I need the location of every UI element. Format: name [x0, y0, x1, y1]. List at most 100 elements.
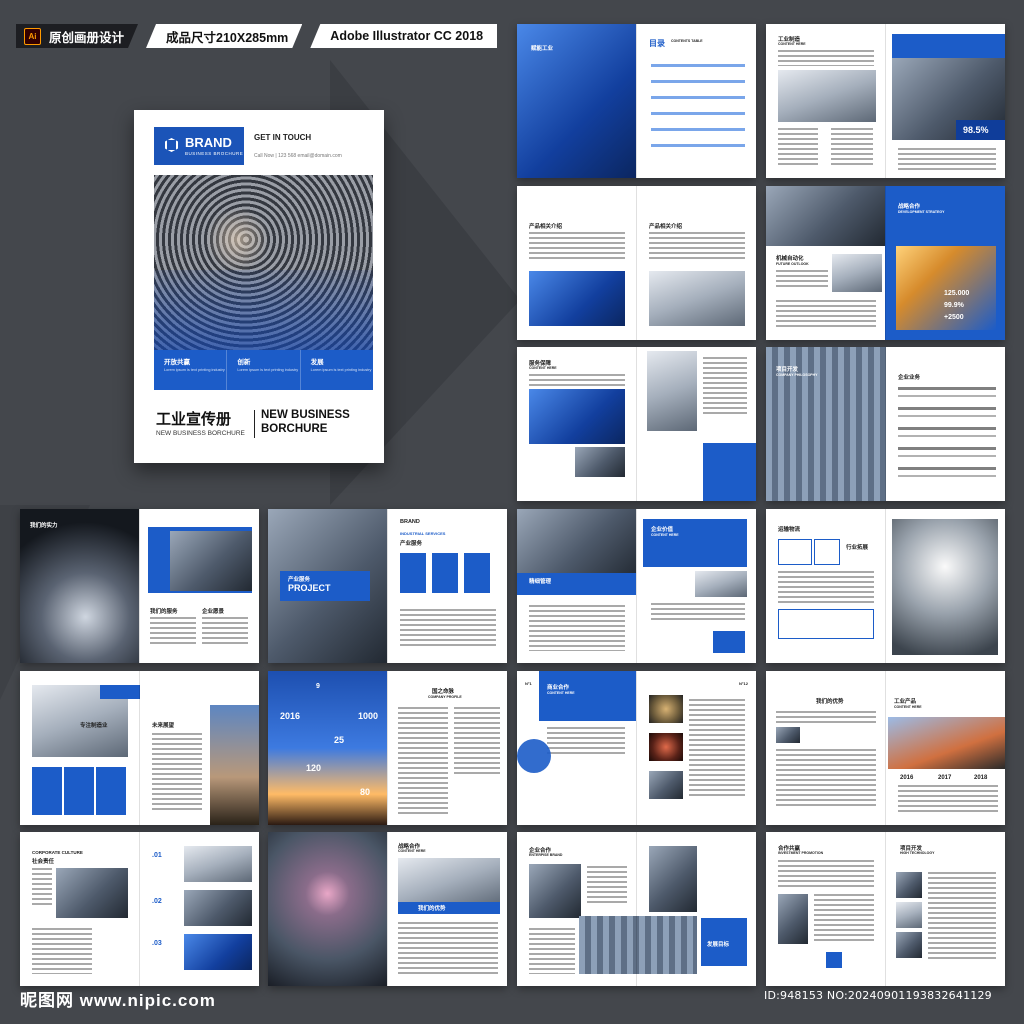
section-number: .03	[152, 940, 162, 947]
brochure-cover: BRAND BUSINESS BROCHURE GET IN TOUCH Cal…	[134, 110, 384, 463]
spread-subheading: ENTERPISE BRAND	[529, 853, 563, 857]
year-label: 2017	[938, 775, 952, 781]
text-block	[649, 232, 745, 260]
spread-photo	[517, 509, 636, 579]
spread-15: CORPORATE CULTURE 社会责任 .01 .02 .03	[20, 832, 259, 986]
spread-13: N°1 商业合作 CONTENT HERE N°12	[517, 671, 756, 825]
spread-subheading: CONTENT HERE	[529, 366, 557, 370]
spread-heading: 运输物流	[778, 527, 801, 533]
spread-photo	[268, 832, 387, 986]
size-tag: 成品尺寸210X285mm	[146, 24, 302, 48]
text-block	[398, 922, 498, 974]
spread-subheading: HIGH TECHNOLOGY	[900, 851, 935, 855]
spread-heading: 产业服务	[288, 577, 311, 583]
section-number: .02	[152, 898, 162, 905]
illustrator-icon: Ai	[24, 28, 41, 45]
spread-heading: 我们的优势	[418, 906, 446, 912]
spread-photo	[892, 519, 998, 655]
spread-heading: 国之命脉	[432, 689, 455, 695]
contact-info: Call Now | 123 568 email@domain.com	[254, 153, 342, 159]
spread-photo	[776, 727, 800, 743]
stat-value: 120	[306, 763, 322, 773]
spread-6: 项目开发 COMPANY PHILOSOPHY 企业业务	[766, 347, 1005, 501]
blue-box	[64, 767, 94, 815]
spread-3: 产品相关介绍 产品相关介绍	[517, 186, 756, 340]
stat-value: 9	[316, 683, 320, 690]
blue-box	[96, 767, 126, 815]
blue-band	[398, 902, 500, 914]
icon-box	[778, 539, 812, 565]
year-label: 2018	[974, 775, 988, 781]
cover-header: BRAND BUSINESS BROCHURE GET IN TOUCH Cal…	[154, 127, 376, 169]
brand-logo: BRAND BUSINESS BROCHURE	[154, 127, 244, 165]
spread-12: 9 2016 1000 25 120 80 国之命脉 COMPANY PROFI…	[268, 671, 507, 825]
stat-value: +2500	[944, 314, 964, 321]
hexagon-icon	[165, 138, 178, 152]
spread-photo	[832, 254, 882, 292]
text-block	[150, 617, 196, 647]
spread-photo	[766, 186, 885, 246]
text-block	[778, 860, 874, 890]
spread-heading: 产品相关介绍	[649, 224, 683, 230]
spread-subheading: CORPORATE CULTURE	[32, 850, 83, 855]
text-block	[400, 609, 496, 649]
spread-heading: 项目开发	[776, 367, 799, 373]
spread-photo	[647, 351, 697, 431]
stat-value: 98.5%	[963, 125, 989, 135]
spread-photo	[56, 868, 128, 918]
blue-box	[826, 952, 842, 968]
spread-heading: 机械自动化	[776, 256, 804, 262]
text-block	[689, 699, 745, 799]
text-block	[831, 128, 873, 168]
stat-value: 125.000	[944, 290, 970, 297]
stat-value: 2016	[280, 711, 301, 721]
text-block	[587, 866, 627, 906]
spread-heading: 企业价值	[651, 527, 674, 533]
spread-9: 精细管理 企业价值 CONTENT HERE	[517, 509, 756, 663]
spread-heading: 产品相关介绍	[529, 224, 563, 230]
text-block	[898, 387, 996, 487]
spread-photo	[896, 872, 922, 898]
spread-heading: 社会责任	[32, 859, 55, 865]
get-in-touch: GET IN TOUCH	[254, 133, 312, 142]
spread-photo	[896, 932, 922, 958]
spread-subheading: COMPANY PROFILE	[428, 695, 462, 699]
blue-tab	[100, 685, 140, 699]
spread-photo	[268, 671, 387, 825]
spread-photo	[649, 733, 683, 761]
text-block	[202, 617, 248, 647]
spread-subheading: COMPANY PHILOSOPHY	[776, 373, 818, 377]
spread-2: 工业制造 CONTENT HERE 98.5%	[766, 24, 1005, 178]
spread-14: 我们的优势 工业产品 CONTENT HERE 2016 2017 2018	[766, 671, 1005, 825]
spread-17: 企业合作 ENTERPISE BRAND 发展目标	[517, 832, 756, 986]
year-label: 2016	[900, 775, 914, 781]
spread-heading: 商业合作	[547, 685, 570, 691]
icon-box	[814, 539, 840, 565]
text-block	[703, 357, 747, 417]
pillar-2: 创新 Lorem ipsum is text printing industry	[227, 350, 301, 390]
header-bar: Ai 原创画册设计 成品尺寸210X285mm Adobe Illustrato…	[16, 24, 505, 48]
text-block	[928, 872, 996, 962]
text-block	[529, 374, 625, 386]
brand-subtitle: BUSINESS BROCHURE	[185, 151, 244, 156]
spread-photo	[575, 447, 625, 477]
image-id: ID:948153 NO:20240901193832641129	[764, 989, 992, 1002]
spread-7: 我们的实力 我们的服务 企业愿景	[20, 509, 259, 663]
text-block	[778, 571, 874, 603]
cover-pillars: 开放共赢 Lorem ipsum is text printing indust…	[154, 350, 373, 390]
cover-title-en-small: NEW BUSINESS BORCHURE	[156, 430, 245, 437]
spread-heading: 战略合作	[898, 204, 921, 210]
spread-heading: 企业业务	[898, 375, 921, 381]
cover-title-zh: 工业宣传册	[156, 411, 232, 428]
spread-heading: 我们的优势	[816, 699, 844, 705]
spread-photo	[184, 846, 252, 882]
toc-title: 目录	[649, 39, 665, 48]
spread-heading: 产业服务	[400, 541, 423, 547]
spread-photo	[184, 934, 252, 970]
toc-list	[651, 64, 745, 159]
spread-photo	[579, 916, 697, 974]
text-block	[529, 928, 575, 974]
text-block	[898, 148, 996, 170]
text-block	[547, 727, 625, 757]
software-tag: Ai 原创画册设计	[16, 24, 138, 48]
